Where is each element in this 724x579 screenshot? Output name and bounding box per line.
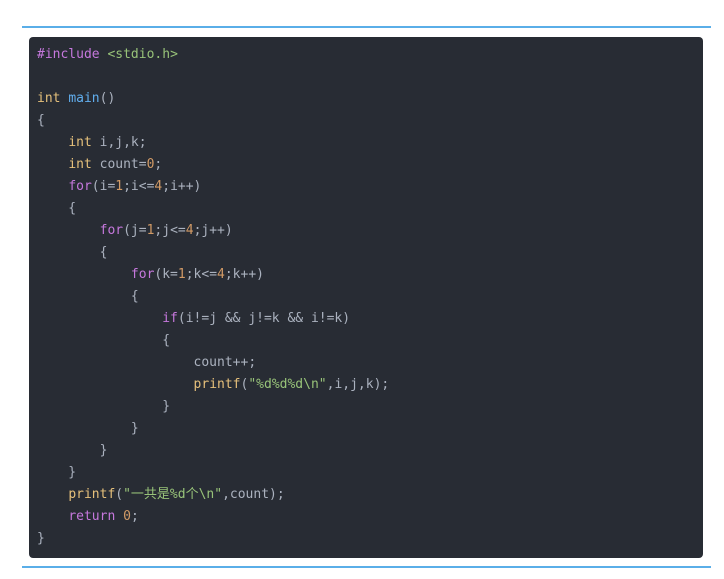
code-token-plain: ;k<= [185,267,218,282]
code-token-plain: } [37,399,171,414]
code-token-plain: ;j++) [193,223,233,238]
code-token-str: "%d%d%d\n" [248,377,327,392]
code-line: } [37,440,703,462]
code-token-plain: { [37,245,108,260]
code-token-num: 1 [115,179,124,194]
code-token-plain: () [99,91,116,106]
code-line: #include <stdio.h> [37,44,703,66]
code-token-type: int [68,157,92,172]
code-token-kw: return [68,509,116,524]
code-line: int i,j,k; [37,132,703,154]
code-line: { [37,330,703,352]
code-token-type: int [68,135,92,150]
code-token-kw: for [99,223,124,238]
code-token-plain: count++; [37,355,257,370]
code-token-plain: ; [154,157,163,172]
code-line: for(i=1;i<=4;i++) [37,176,703,198]
code-token-plain: { [37,113,45,128]
code-token-num: 4 [217,267,225,282]
code-token-plain: i,j,k; [91,135,147,150]
code-token-plain: ;j<= [154,223,186,238]
code-line: } [37,528,703,550]
code-token-kw: if [162,311,178,326]
code-line: for(j=1;j<=4;j++) [37,220,703,242]
code-token-str: <stdio.h> [107,47,178,62]
code-line: int main() [37,88,703,110]
code-line: } [37,418,703,440]
code-token-plain: { [37,201,77,216]
code-token-plain: (i!=j && j!=k && i!=k) [177,311,351,326]
bottom-divider [22,566,711,568]
code-line: printf("一共是%d个\n",count); [37,484,703,506]
code-line: count++; [37,352,703,374]
code-token-plain: } [37,421,139,436]
code-line: for(k=1;k<=4;k++) [37,264,703,286]
code-token-plain: ( [115,487,124,502]
code-line: { [37,286,703,308]
code-token-call: printf [68,487,116,502]
code-token-plain: { [37,289,139,304]
code-line: } [37,462,703,484]
top-divider [22,26,711,28]
code-token-plain: { [37,333,171,348]
code-block[interactable]: #include <stdio.h> int main() { int i,j,k… [29,37,703,558]
code-token-meta: #include [37,47,108,62]
code-line: { [37,110,703,132]
code-line: } [37,396,703,418]
code-token-plain: ; [130,509,139,524]
code-token-kw: for [68,179,92,194]
code-token-plain: } [37,443,108,458]
code-token-plain: ,count); [222,487,285,502]
code-token-plain: count= [91,157,147,172]
code-token-plain: (i= [91,179,116,194]
code-line: { [37,198,703,220]
code-line: printf("%d%d%d\n",i,j,k); [37,374,703,396]
code-line: if(i!=j && j!=k && i!=k) [37,308,703,330]
code-token-plain: ;i++) [162,179,202,194]
code-token-plain: } [37,465,77,480]
page: #include <stdio.h> int main() { int i,j,k… [0,0,724,579]
code-token-plain: (j= [123,223,147,238]
code-token-plain: (k= [154,267,178,282]
code-token-str: "一共是%d个\n" [123,487,223,502]
code-token-type: int [37,91,61,106]
code-token-plain: ;k++) [224,267,264,282]
code-token-plain: } [37,531,45,546]
code-token-plain: ;i<= [123,179,155,194]
code-token-plain: ,i,j,k); [326,377,390,392]
code-token-num: 4 [185,223,194,238]
code-token-fn: main [68,91,100,106]
code-token-kw: for [130,267,155,282]
code-line: return 0; [37,506,703,528]
code-line: { [37,242,703,264]
code-token-num: 1 [177,267,186,282]
code-line: int count=0; [37,154,703,176]
code-token-num: 0 [123,509,131,524]
code-token-call: printf [193,377,241,392]
